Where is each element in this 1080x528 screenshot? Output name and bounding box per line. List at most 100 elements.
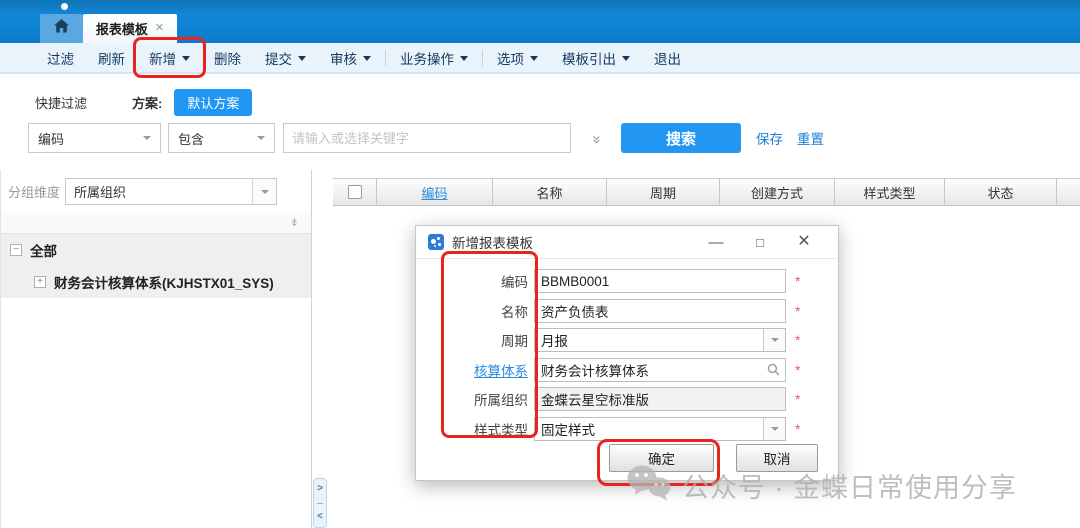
- group-dimension-label: 分组维度: [8, 182, 60, 201]
- field-row-style-type: 样式类型 *: [416, 417, 838, 441]
- toolbar-refresh-button[interactable]: 刷新: [86, 42, 137, 73]
- ok-button[interactable]: 确定: [609, 444, 714, 472]
- required-asterisk: *: [795, 332, 800, 348]
- splitter-handle: [317, 503, 323, 504]
- tree-node-accounting-system[interactable]: + 财务会计核算体系(KJHSTX01_SYS): [1, 266, 311, 298]
- keyword-input[interactable]: [283, 123, 571, 153]
- toolbar-submit-button[interactable]: 提交: [253, 42, 318, 73]
- field-row-code: 编码 *: [416, 269, 838, 293]
- tree-node-all[interactable]: − 全部: [1, 234, 311, 266]
- combo-dropdown-button[interactable]: [763, 418, 785, 440]
- select-all-checkbox[interactable]: [348, 185, 362, 199]
- toolbar-template-export-button[interactable]: 模板引出: [550, 42, 642, 73]
- chevron-down-icon: [771, 427, 779, 431]
- name-input[interactable]: [535, 300, 785, 322]
- home-icon: [54, 19, 69, 38]
- chevron-down-icon: [363, 56, 371, 61]
- toolbar-delete-button[interactable]: 删除: [202, 42, 253, 73]
- kingdee-logo-icon: [428, 234, 444, 250]
- combo-dropdown-button[interactable]: [763, 329, 785, 351]
- toolbar-business-ops-button[interactable]: 业务操作: [388, 42, 480, 73]
- panel-splitter[interactable]: > <: [313, 478, 327, 528]
- reset-link[interactable]: 重置: [797, 128, 824, 148]
- organization-input: [535, 388, 785, 410]
- dialog-form: 编码 * 名称 * 周期 * 核算体系: [416, 259, 838, 441]
- filter-field-dropdown[interactable]: 编码: [28, 123, 161, 153]
- column-header-create-mode[interactable]: 创建方式: [720, 179, 835, 205]
- filter-operator-dropdown[interactable]: 包含: [168, 123, 275, 153]
- close-icon[interactable]: ✕: [782, 234, 826, 250]
- group-dimension-dropdown[interactable]: 所属组织: [65, 178, 277, 205]
- chevron-down-icon: [261, 190, 269, 194]
- field-row-period: 周期 *: [416, 328, 838, 352]
- chevron-down-icon: [182, 56, 190, 61]
- accounting-system-lookup-input[interactable]: [535, 359, 761, 381]
- collapse-all-icon[interactable]: ⇟: [290, 216, 299, 229]
- minimize-icon[interactable]: —: [694, 235, 738, 250]
- chevron-down-icon: [460, 56, 468, 61]
- required-asterisk: *: [795, 362, 800, 378]
- tab-home[interactable]: [40, 14, 83, 43]
- column-header-period[interactable]: 周期: [607, 179, 720, 205]
- code-input[interactable]: [535, 270, 785, 292]
- scheme-label: 方案:: [132, 93, 162, 112]
- accounting-system-link-label[interactable]: 核算体系: [416, 360, 534, 380]
- dialog-buttons: 确定 取消: [416, 444, 838, 472]
- style-type-combo-input[interactable]: [535, 418, 763, 440]
- quick-filter-label: 快捷过滤: [35, 93, 87, 112]
- dialog-title: 新增报表模板: [452, 232, 694, 252]
- required-asterisk: *: [795, 391, 800, 407]
- column-header-spacer: [1057, 179, 1080, 205]
- recording-dot: [61, 3, 68, 10]
- field-label: 名称: [416, 301, 534, 321]
- quick-filter-panel: 快捷过滤 方案: 默认方案 编码 包含 » 搜索 保存 重置: [0, 74, 1080, 170]
- field-label: 样式类型: [416, 419, 534, 439]
- toolbar-audit-button[interactable]: 审核: [318, 42, 383, 73]
- chevron-down-icon: [622, 56, 630, 61]
- collapse-right-icon[interactable]: >: [317, 484, 323, 494]
- search-lookup-icon[interactable]: [761, 359, 785, 381]
- chevron-down-icon: [257, 136, 265, 140]
- field-label: 编码: [416, 271, 534, 291]
- required-asterisk: *: [795, 273, 800, 289]
- chevron-down-icon: [771, 338, 779, 342]
- column-header-name[interactable]: 名称: [493, 179, 607, 205]
- period-combo-input[interactable]: [535, 329, 763, 351]
- search-button[interactable]: 搜索: [621, 123, 741, 153]
- tab-close-icon[interactable]: ✕: [155, 23, 164, 34]
- save-scheme-link[interactable]: 保存: [756, 128, 783, 148]
- required-asterisk: *: [795, 421, 800, 437]
- table-header: 编码 名称 周期 创建方式 样式类型 状态: [333, 178, 1080, 206]
- expand-node-icon[interactable]: +: [34, 276, 46, 288]
- select-all-cell: [333, 179, 377, 205]
- app-window: 报表模板 ✕ 过滤 刷新 新增 删除 提交 审核 业务操作 选项: [0, 0, 1080, 528]
- column-header-status[interactable]: 状态: [945, 179, 1057, 205]
- field-label: 周期: [416, 330, 534, 350]
- toolbar-options-button[interactable]: 选项: [485, 42, 550, 73]
- field-label: 所属组织: [416, 389, 534, 409]
- dropdown-button[interactable]: [252, 179, 276, 204]
- group-panel: 分组维度 所属组织 ⇟ − 全部 + 财务会计核算体系(KJHSTX01_SYS…: [0, 170, 312, 528]
- cancel-button[interactable]: 取消: [736, 444, 818, 472]
- toolbar-exit-button[interactable]: 退出: [642, 42, 693, 73]
- column-header-code[interactable]: 编码: [377, 179, 493, 205]
- expand-more-icon[interactable]: »: [589, 130, 606, 146]
- chevron-down-icon: [298, 56, 306, 61]
- add-report-template-dialog: 新增报表模板 — □ ✕ 编码 * 名称 * 周期 *: [415, 225, 839, 481]
- toolbar-filter-button[interactable]: 过滤: [35, 42, 86, 73]
- column-header-style-type[interactable]: 样式类型: [835, 179, 945, 205]
- chevron-down-icon: [530, 56, 538, 61]
- chevron-down-icon: [143, 136, 151, 140]
- collapse-node-icon[interactable]: −: [10, 244, 22, 256]
- maximize-icon[interactable]: □: [738, 236, 782, 249]
- field-row-organization: 所属组织 *: [416, 387, 838, 411]
- collapse-left-icon[interactable]: <: [317, 512, 323, 522]
- dialog-title-bar: 新增报表模板 — □ ✕: [416, 226, 838, 259]
- toolbar-add-button[interactable]: 新增: [137, 42, 202, 73]
- toolbar-separator: [385, 50, 386, 66]
- required-asterisk: *: [795, 303, 800, 319]
- tab-report-template[interactable]: 报表模板 ✕: [83, 14, 177, 43]
- title-bar: 报表模板 ✕: [0, 0, 1080, 43]
- default-scheme-button[interactable]: 默认方案: [174, 89, 252, 116]
- field-row-accounting-system: 核算体系 *: [416, 358, 838, 382]
